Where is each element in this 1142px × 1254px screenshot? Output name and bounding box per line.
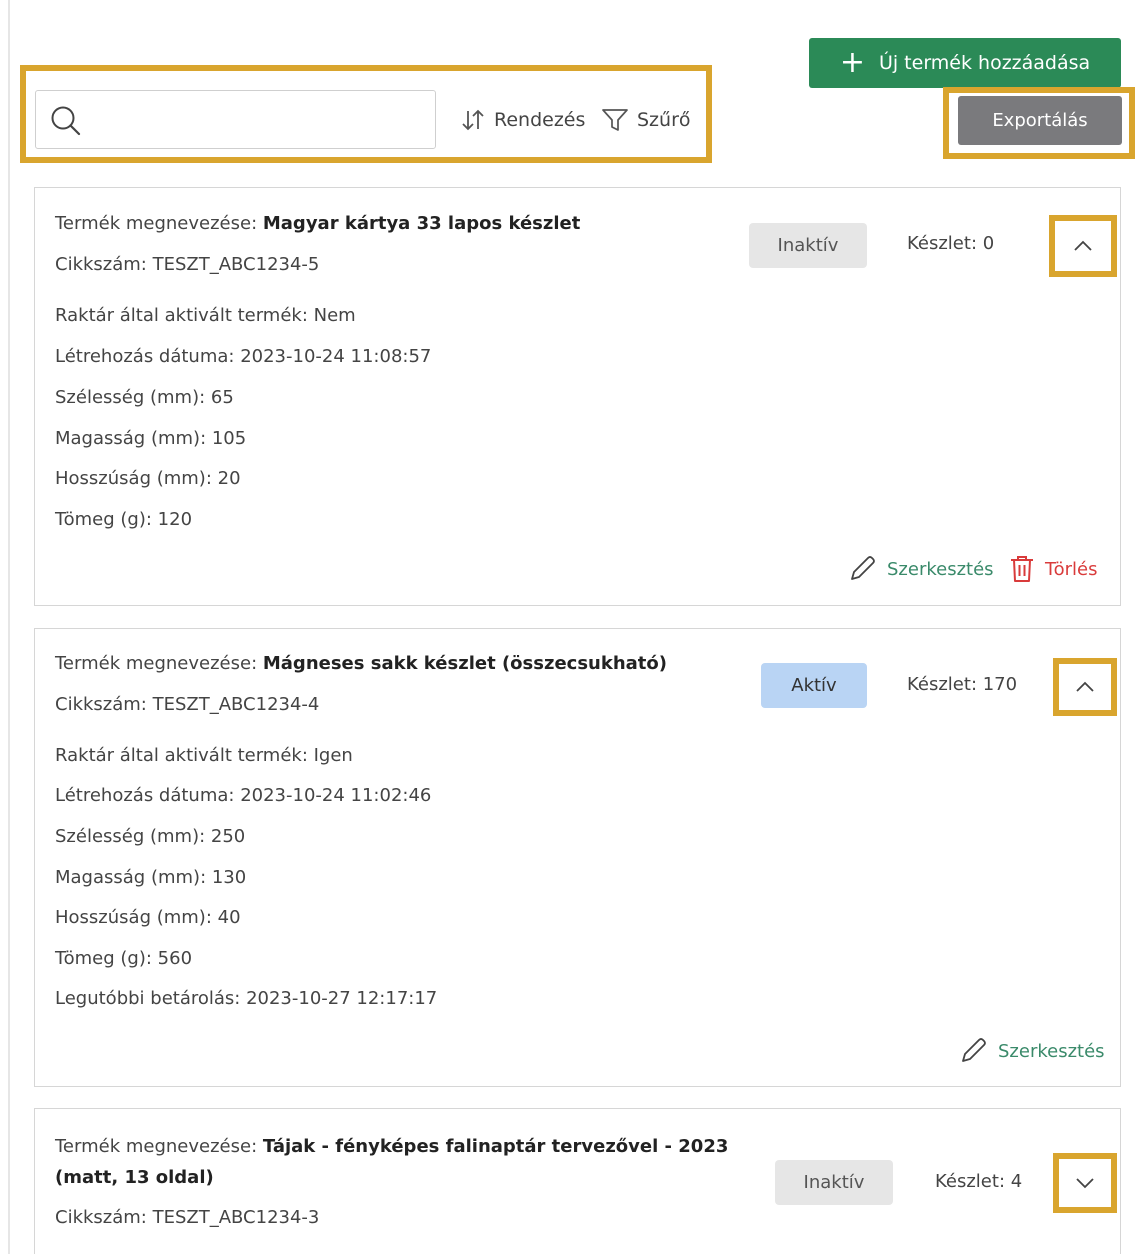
sort-button[interactable]: Rendezés bbox=[460, 104, 585, 136]
product-name: Termék megnevezése: Magyar kártya 33 lap… bbox=[55, 213, 580, 234]
product-card: Termék megnevezése: Magyar kártya 33 lap… bbox=[34, 187, 1121, 606]
status-badge: Inaktív bbox=[749, 223, 867, 268]
detail-weight: Tömeg (g): 120 bbox=[55, 509, 193, 530]
detail-warehouse-activated: Raktár által aktivált termék: Igen bbox=[55, 745, 353, 766]
search-icon bbox=[51, 106, 81, 136]
product-name-value: Magyar kártya 33 lapos készlet bbox=[262, 213, 581, 234]
search-input[interactable] bbox=[98, 92, 429, 147]
add-product-label: Új termék hozzáadása bbox=[878, 52, 1091, 74]
detail-weight: Tömeg (g): 560 bbox=[55, 948, 193, 969]
detail-length: Hosszúság (mm): 20 bbox=[55, 468, 241, 489]
detail-created-date: Létrehozás dátuma: 2023-10-24 11:08:57 bbox=[55, 346, 432, 367]
detail-last-stored: Legutóbbi betárolás: 2023-10-27 12:17:17 bbox=[55, 988, 438, 1009]
chevron-up-icon bbox=[1074, 240, 1092, 251]
detail-width: Szélesség (mm): 250 bbox=[55, 826, 246, 847]
pencil-icon bbox=[851, 556, 875, 580]
product-name: Termék megnevezése: Tájak - fényképes fa… bbox=[55, 1131, 755, 1193]
collapse-toggle[interactable] bbox=[1049, 215, 1117, 277]
edit-label: Szerkesztés bbox=[887, 558, 994, 580]
detail-warehouse-activated: Raktár által aktivált termék: Nem bbox=[55, 305, 356, 326]
trash-icon bbox=[1011, 556, 1033, 582]
edit-button[interactable]: Szerkesztés bbox=[958, 1036, 1105, 1066]
filter-button[interactable]: Szűrő bbox=[601, 104, 691, 136]
detail-height: Magasság (mm): 130 bbox=[55, 867, 247, 888]
filter-label: Szűrő bbox=[637, 109, 691, 131]
product-name-value: Mágneses sakk készlet (összecsukható) bbox=[262, 653, 667, 674]
delete-label: Törlés bbox=[1045, 558, 1098, 580]
product-name-label: Termék megnevezése: bbox=[55, 653, 258, 674]
stock-count: Készlet: 0 bbox=[907, 233, 995, 254]
product-name-label: Termék megnevezése: bbox=[55, 1136, 258, 1157]
search-box[interactable] bbox=[35, 90, 436, 149]
status-badge: Inaktív bbox=[775, 1160, 893, 1205]
product-card: Termék megnevezése: Mágneses sakk készle… bbox=[34, 628, 1121, 1087]
detail-height: Magasság (mm): 105 bbox=[55, 428, 247, 449]
stock-count: Készlet: 170 bbox=[907, 674, 1018, 695]
detail-created-date: Létrehozás dátuma: 2023-10-24 11:02:46 bbox=[55, 785, 432, 806]
edit-label: Szerkesztés bbox=[998, 1040, 1105, 1062]
detail-width: Szélesség (mm): 65 bbox=[55, 387, 234, 408]
expand-toggle[interactable] bbox=[1053, 1153, 1117, 1213]
chevron-up-icon bbox=[1076, 681, 1094, 692]
left-divider bbox=[8, 0, 10, 1254]
stock-count: Készlet: 4 bbox=[935, 1171, 1023, 1192]
product-card: Termék megnevezése: Tájak - fényképes fa… bbox=[34, 1108, 1121, 1254]
add-product-button[interactable]: + Új termék hozzáadása bbox=[809, 38, 1121, 88]
detail-length: Hosszúság (mm): 40 bbox=[55, 907, 241, 928]
pencil-icon bbox=[962, 1038, 986, 1062]
product-name: Termék megnevezése: Mágneses sakk készle… bbox=[55, 653, 667, 674]
product-sku: Cikkszám: TESZT_ABC1234-5 bbox=[55, 254, 320, 275]
product-sku: Cikkszám: TESZT_ABC1234-4 bbox=[55, 694, 320, 715]
product-name-label: Termék megnevezése: bbox=[55, 213, 258, 234]
edit-button[interactable]: Szerkesztés bbox=[847, 554, 994, 584]
plus-icon: + bbox=[839, 45, 865, 80]
collapse-toggle[interactable] bbox=[1053, 658, 1117, 716]
delete-button[interactable]: Törlés bbox=[1009, 554, 1098, 584]
product-sku: Cikkszám: TESZT_ABC1234-3 bbox=[55, 1207, 320, 1228]
filter-icon bbox=[602, 109, 628, 131]
sort-icon bbox=[462, 109, 484, 131]
export-label: Exportálás bbox=[992, 110, 1088, 131]
sort-label: Rendezés bbox=[494, 109, 586, 131]
export-button[interactable]: Exportálás bbox=[958, 96, 1122, 145]
status-badge: Aktív bbox=[761, 663, 867, 708]
chevron-down-icon bbox=[1076, 1178, 1094, 1189]
